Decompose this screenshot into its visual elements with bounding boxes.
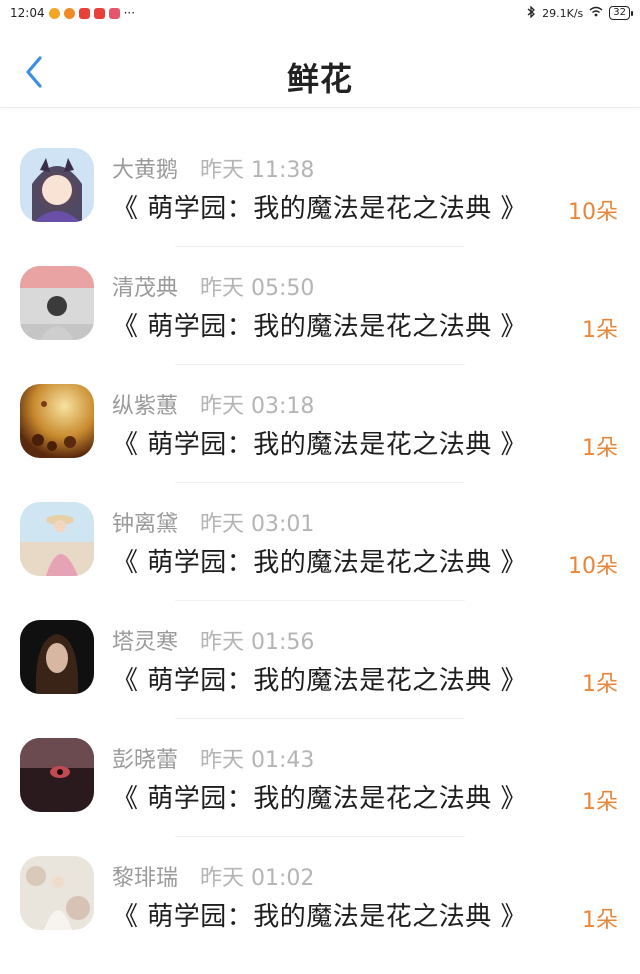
wifi-icon (589, 6, 603, 20)
avatar[interactable] (20, 266, 94, 340)
network-speed: 29.1K/s (542, 6, 584, 20)
flower-count: 1朵 (582, 672, 618, 697)
timestamp: 昨天 01:02 (200, 866, 315, 891)
book-title[interactable]: 《 萌学园：我的魔法是花之法典 》 (112, 306, 527, 343)
weibo-notification-icon (63, 7, 75, 19)
timestamp: 昨天 01:56 (200, 630, 315, 655)
flower-count: 1朵 (582, 436, 618, 461)
timestamp: 昨天 03:18 (200, 394, 315, 419)
sender-name: 清茂典 (112, 276, 179, 301)
timestamp: 昨天 05:50 (200, 276, 315, 301)
app-notification-icon (93, 7, 105, 19)
avatar[interactable] (20, 856, 94, 930)
battery-icon: 32 (609, 6, 633, 20)
list-item[interactable]: 黎琲瑞 昨天 01:02 《 萌学园：我的魔法是花之法典 》 1朵 (0, 836, 640, 954)
book-title[interactable]: 《 萌学园：我的魔法是花之法典 》 (112, 542, 527, 579)
sender-name: 大黄鹅 (112, 158, 179, 183)
timestamp: 昨天 01:43 (200, 748, 315, 773)
flower-gift-list: 大黄鹅 昨天 11:38 《 萌学园：我的魔法是花之法典 》 10朵 清茂典 昨… (0, 128, 640, 954)
status-bar: 12:04 ··· 29.1K/s 32 (0, 0, 640, 26)
list-item[interactable]: 彭晓蕾 昨天 01:43 《 萌学园：我的魔法是花之法典 》 1朵 (0, 718, 640, 836)
flower-count: 1朵 (582, 908, 618, 933)
timestamp: 昨天 11:38 (200, 158, 315, 183)
flower-count: 10朵 (568, 200, 618, 225)
weibo-notification-icon (48, 7, 60, 19)
app-notification-icon (78, 7, 90, 19)
list-item[interactable]: 塔灵寒 昨天 01:56 《 萌学园：我的魔法是花之法典 》 1朵 (0, 600, 640, 718)
list-item[interactable]: 大黄鹅 昨天 11:38 《 萌学园：我的魔法是花之法典 》 10朵 (0, 128, 640, 246)
book-title[interactable]: 《 萌学园：我的魔法是花之法典 》 (112, 660, 527, 697)
book-title[interactable]: 《 萌学园：我的魔法是花之法典 》 (112, 896, 527, 933)
sender-name: 塔灵寒 (112, 630, 179, 655)
page-title: 鲜花 (286, 60, 353, 98)
book-title[interactable]: 《 萌学园：我的魔法是花之法典 》 (112, 424, 527, 461)
flower-count: 1朵 (582, 318, 618, 343)
avatar[interactable] (20, 148, 94, 222)
list-item[interactable]: 纵紫蕙 昨天 03:18 《 萌学园：我的魔法是花之法典 》 1朵 (0, 364, 640, 482)
clock: 12:04 (10, 6, 45, 20)
sender-name: 黎琲瑞 (112, 866, 179, 891)
avatar[interactable] (20, 620, 94, 694)
sender-name: 彭晓蕾 (112, 748, 179, 773)
bluetooth-icon (527, 4, 536, 21)
flower-count: 1朵 (582, 790, 618, 815)
avatar[interactable] (20, 502, 94, 576)
book-title[interactable]: 《 萌学园：我的魔法是花之法典 》 (112, 778, 527, 815)
more-notifications-indicator: ··· (123, 6, 136, 20)
list-item[interactable]: 清茂典 昨天 05:50 《 萌学园：我的魔法是花之法典 》 1朵 (0, 246, 640, 364)
avatar[interactable] (20, 384, 94, 458)
flower-count: 10朵 (568, 554, 618, 579)
app-notification-icon (108, 7, 120, 19)
avatar[interactable] (20, 738, 94, 812)
timestamp: 昨天 03:01 (200, 512, 315, 537)
sender-name: 纵紫蕙 (112, 394, 179, 419)
list-item[interactable]: 钟离黛 昨天 03:01 《 萌学园：我的魔法是花之法典 》 10朵 (0, 482, 640, 600)
book-title[interactable]: 《 萌学园：我的魔法是花之法典 》 (112, 188, 527, 225)
app-header: 鲜花 (0, 26, 640, 108)
sender-name: 钟离黛 (112, 512, 179, 537)
